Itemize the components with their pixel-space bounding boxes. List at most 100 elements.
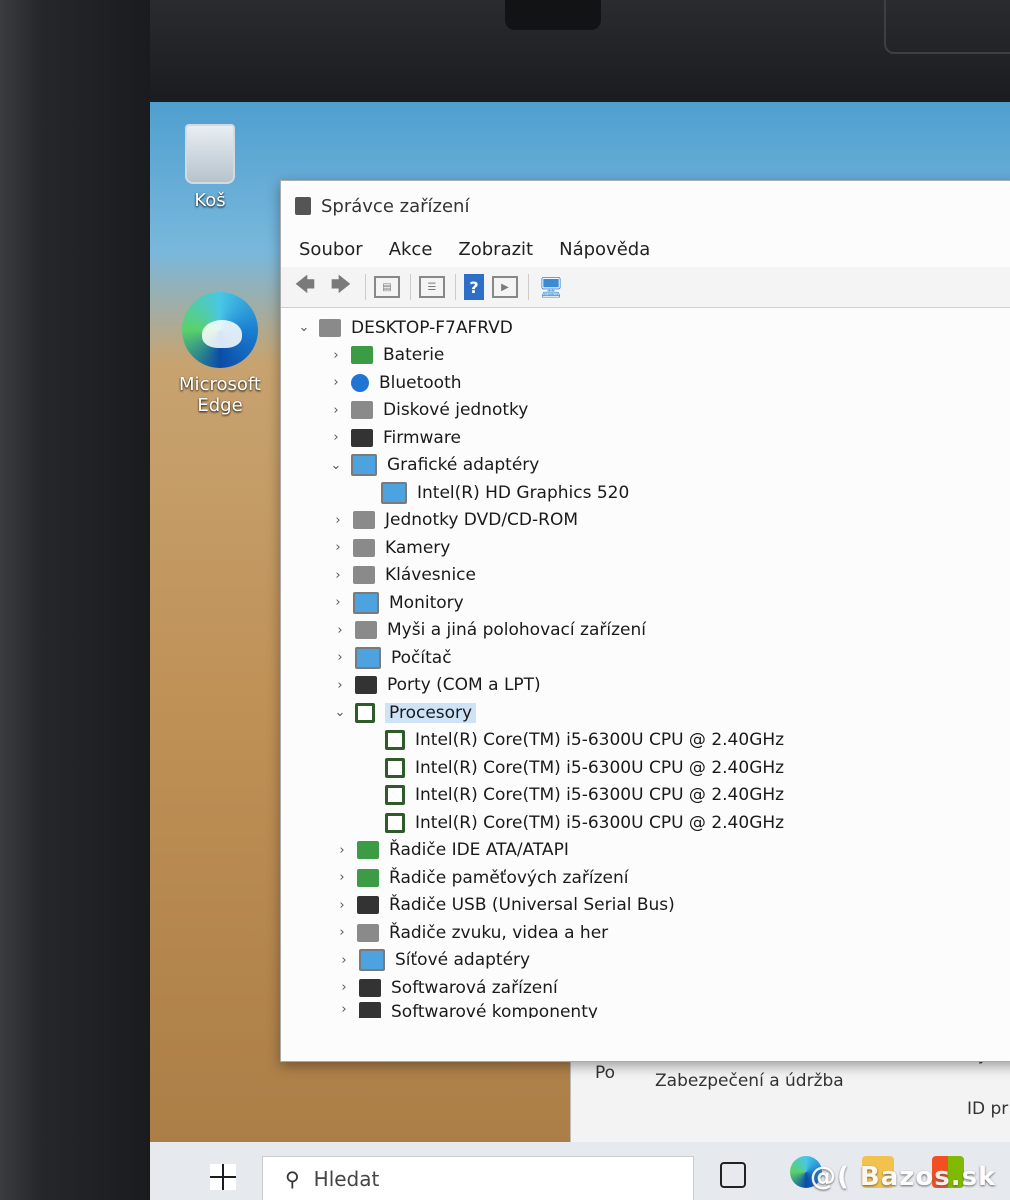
tree-item-ide[interactable]: › Řadiče IDE ATA/ATAPI <box>281 837 1010 865</box>
menu-file[interactable]: Soubor <box>299 239 363 260</box>
expand-icon[interactable]: › <box>333 843 351 858</box>
monitor-icon[interactable]: 🖥 <box>537 274 565 300</box>
dvd-icon <box>353 511 375 530</box>
properties-icon[interactable]: ▤ <box>374 276 400 298</box>
run-icon[interactable]: ▶ <box>492 276 518 298</box>
display-adapter-icon <box>381 481 407 504</box>
expand-icon[interactable]: › <box>329 595 347 610</box>
tree-item-label: Síťové adaptéry <box>395 950 531 971</box>
tree-item-dvd[interactable]: › Jednotky DVD/CD-ROM <box>281 507 1010 535</box>
security-maintenance-link[interactable]: Zabezpečení a údržba <box>655 1071 844 1091</box>
tree-child-gpu[interactable]: Intel(R) HD Graphics 520 <box>281 479 1010 507</box>
tree-item-firmware[interactable]: › Firmware <box>281 424 1010 452</box>
tree-item-label: Kamery <box>385 537 451 558</box>
back-arrow-icon[interactable]: 🡄 <box>291 272 319 300</box>
expand-icon[interactable]: › <box>331 678 349 693</box>
windows-start-icon[interactable] <box>210 1164 236 1190</box>
tree-item-label: Monitory <box>389 592 464 613</box>
tree-item-label: Diskové jednotky <box>383 400 529 421</box>
tree-child-label: Intel(R) Core(TM) i5-6300U CPU @ 2.40GHz <box>415 757 785 778</box>
tree-item-label: Myši a jiná polohovací zařízení <box>387 620 646 641</box>
tree-child-label: Intel(R) Core(TM) i5-6300U CPU @ 2.40GHz <box>415 812 785 833</box>
tree-root[interactable]: ⌄ DESKTOP-F7AFRVD <box>281 314 1010 342</box>
tree-item-keyboards[interactable]: › Klávesnice <box>281 562 1010 590</box>
task-view-icon[interactable] <box>720 1162 746 1188</box>
expand-icon[interactable]: › <box>327 403 345 418</box>
processor-icon <box>385 785 405 806</box>
desktop-icon-label: Microsoft Edge <box>179 374 261 416</box>
mouse-icon <box>355 621 377 640</box>
search-icon: ⚲ <box>285 1167 300 1191</box>
title-bar: Správce zařízení <box>281 181 1010 231</box>
expand-icon[interactable]: › <box>329 568 347 583</box>
processor-icon <box>385 730 405 751</box>
webcam-housing <box>505 0 601 30</box>
tree-item-display-adapters[interactable]: ⌄ Grafické adaptéry <box>281 452 1010 480</box>
tree-item-bluetooth[interactable]: › Bluetooth <box>281 369 1010 397</box>
bluetooth-icon <box>351 373 369 392</box>
device-tree: ⌄ DESKTOP-F7AFRVD › Baterie › Bluetooth › D… <box>281 308 1010 1018</box>
collapse-icon[interactable]: ⌄ <box>331 705 349 720</box>
tree-item-processors[interactable]: ⌄ Procesory <box>281 699 1010 727</box>
expand-icon[interactable]: › <box>333 925 351 940</box>
taskbar-search[interactable]: ⚲ Hledat <box>262 1156 694 1200</box>
tree-child-cpu[interactable]: Intel(R) Core(TM) i5-6300U CPU @ 2.40GHz <box>281 809 1010 837</box>
expand-icon[interactable]: › <box>331 650 349 665</box>
tree-item-network[interactable]: › Síťové adaptéry <box>281 947 1010 975</box>
expand-icon[interactable]: › <box>329 513 347 528</box>
expand-icon[interactable]: › <box>327 348 345 363</box>
tree-item-software-devices[interactable]: › Softwarová zařízení <box>281 974 1010 1002</box>
screen: Koš Microsoft Edge Po Zabezpečení a údrž… <box>150 102 1010 1200</box>
processor-icon <box>355 702 375 723</box>
tree-item-ports[interactable]: › Porty (COM a LPT) <box>281 672 1010 700</box>
expand-icon[interactable]: › <box>333 898 351 913</box>
disk-icon <box>351 401 373 420</box>
menu-view[interactable]: Zobrazit <box>458 239 533 260</box>
collapse-icon[interactable]: ⌄ <box>295 320 313 335</box>
expand-icon[interactable]: › <box>327 375 345 390</box>
expand-icon[interactable]: › <box>331 623 349 638</box>
list-icon[interactable]: ☰ <box>419 276 445 298</box>
desktop-icon-recycle-bin[interactable]: Koš <box>160 124 260 211</box>
camera-icon <box>353 538 375 557</box>
tree-item-software-components[interactable]: › Softwarové komponenty <box>281 1001 1010 1018</box>
expand-icon[interactable]: › <box>327 430 345 445</box>
tree-item-cameras[interactable]: › Kamery <box>281 534 1010 562</box>
network-icon <box>359 949 385 972</box>
laptop-bezel-left <box>0 0 150 1200</box>
tree-item-sound[interactable]: › Řadiče zvuku, videa a her <box>281 919 1010 947</box>
tree-item-storage[interactable]: › Řadiče paměťových zařízení <box>281 864 1010 892</box>
tree-item-label: Řadiče paměťových zařízení <box>389 867 629 888</box>
tree-item-disk[interactable]: › Diskové jednotky <box>281 397 1010 425</box>
search-placeholder: Hledat <box>313 1167 380 1191</box>
tree-item-label-selected: Procesory <box>385 702 477 723</box>
tree-item-battery[interactable]: › Baterie <box>281 342 1010 370</box>
tree-item-computer[interactable]: › Počítač <box>281 644 1010 672</box>
menu-action[interactable]: Akce <box>389 239 433 260</box>
tree-root-label: DESKTOP-F7AFRVD <box>351 317 513 338</box>
menu-help[interactable]: Nápověda <box>559 239 650 260</box>
tree-child-cpu[interactable]: Intel(R) Core(TM) i5-6300U CPU @ 2.40GHz <box>281 754 1010 782</box>
desktop-icon-label: Koš <box>194 190 226 211</box>
firmware-icon <box>351 428 373 447</box>
tree-item-label: Baterie <box>383 345 445 366</box>
tree-item-label: Klávesnice <box>385 565 476 586</box>
tree-child-cpu[interactable]: Intel(R) Core(TM) i5-6300U CPU @ 2.40GHz <box>281 727 1010 755</box>
expand-icon[interactable]: › <box>335 1002 353 1017</box>
expand-icon[interactable]: › <box>335 953 353 968</box>
expand-icon[interactable]: › <box>329 540 347 555</box>
tree-item-label: Řadiče USB (Universal Serial Bus) <box>389 895 675 916</box>
tree-child-cpu[interactable]: Intel(R) Core(TM) i5-6300U CPU @ 2.40GHz <box>281 782 1010 810</box>
expand-icon[interactable]: › <box>333 870 351 885</box>
collapse-icon[interactable]: ⌄ <box>327 458 345 473</box>
desktop-icon-edge[interactable]: Microsoft Edge <box>170 292 270 416</box>
tree-item-usb[interactable]: › Řadiče USB (Universal Serial Bus) <box>281 892 1010 920</box>
toolbar: 🡄 🡆 ▤ ☰ ? ▶ 🖥 <box>281 267 1010 308</box>
help-icon[interactable]: ? <box>464 274 484 300</box>
sound-icon <box>357 923 379 942</box>
tree-item-mice[interactable]: › Myši a jiná polohovací zařízení <box>281 617 1010 645</box>
tree-item-monitors[interactable]: › Monitory <box>281 589 1010 617</box>
forward-arrow-icon[interactable]: 🡆 <box>327 272 355 300</box>
expand-icon[interactable]: › <box>335 980 353 995</box>
device-manager-window: Správce zařízení Soubor Akce Zobrazit Ná… <box>280 180 1010 1062</box>
